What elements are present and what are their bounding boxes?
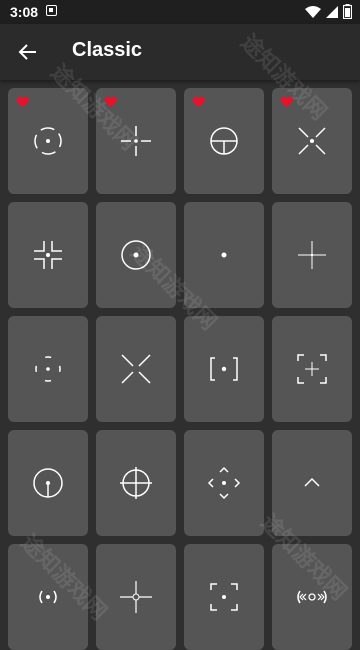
heart-icon[interactable] [192, 96, 206, 108]
corner-brackets-dot-crosshair-icon [34, 241, 62, 269]
heart-icon[interactable] [104, 96, 118, 108]
cross-dot-crosshair-icon [121, 126, 151, 156]
crosshair-tile[interactable] [96, 430, 176, 536]
thin-cross-crosshair-icon [298, 241, 326, 269]
dashed-circle-dot-crosshair-icon [34, 127, 62, 155]
notification-icon [46, 5, 57, 16]
crosshair-tile[interactable] [272, 88, 352, 194]
heart-icon[interactable] [280, 96, 294, 108]
heart-icon[interactable] [16, 96, 30, 108]
circle-t-crosshair-icon [210, 127, 238, 155]
arrow-back-icon [18, 44, 36, 60]
square-corners-cross-crosshair-icon [297, 354, 327, 384]
crosshair-tile[interactable] [184, 544, 264, 650]
circle-dot-crosshair-icon [121, 240, 151, 270]
circle-cross-crosshair-icon [120, 467, 152, 499]
crosshair-tile[interactable] [96, 544, 176, 650]
dot-crosshair-icon [221, 252, 227, 258]
crosshair-tile[interactable] [184, 430, 264, 536]
x-open-crosshair-icon [121, 354, 151, 384]
crosshair-grid [8, 88, 352, 650]
status-bar: 3:08 [0, 0, 360, 24]
diamond-arrows-dot-crosshair-icon [207, 466, 241, 500]
back-button[interactable] [14, 38, 42, 66]
crosshair-tile[interactable] [8, 430, 88, 536]
crosshair-tile[interactable] [8, 316, 88, 422]
crosshair-tile[interactable] [272, 316, 352, 422]
crosshair-tile[interactable] [184, 202, 264, 308]
brackets-dot-crosshair-icon [210, 357, 238, 381]
wifi-icon [305, 5, 321, 18]
status-time: 3:08 [10, 4, 39, 20]
crosshair-tile[interactable] [272, 430, 352, 536]
crosshair-tile[interactable] [184, 316, 264, 422]
crosshair-tile[interactable] [96, 316, 176, 422]
signal-icon [326, 5, 338, 18]
crosshair-tile[interactable] [272, 202, 352, 308]
app-bar: Classic [0, 24, 360, 80]
cross-small-circle-crosshair-icon [120, 581, 152, 613]
arc-dashes-dot-crosshair-icon [35, 356, 61, 382]
crosshair-tile[interactable] [8, 202, 88, 308]
arrows-circle-crosshair-icon [297, 590, 327, 604]
crosshair-tile[interactable] [8, 88, 88, 194]
page-title: Classic [72, 39, 143, 61]
crosshair-tile[interactable] [272, 544, 352, 650]
crosshair-tile[interactable] [96, 202, 176, 308]
x-dot-crosshair-icon [298, 127, 326, 155]
crosshair-tile[interactable] [8, 544, 88, 650]
parens-dot-crosshair-icon [39, 590, 57, 604]
circle-line-crosshair-icon [33, 468, 63, 498]
crosshair-tile[interactable] [96, 88, 176, 194]
corner-marks-dot-crosshair-icon [210, 583, 238, 611]
status-icons [305, 4, 352, 19]
crosshair-tile[interactable] [184, 88, 264, 194]
battery-icon [343, 4, 352, 19]
chevron-up-crosshair-icon [304, 477, 320, 487]
